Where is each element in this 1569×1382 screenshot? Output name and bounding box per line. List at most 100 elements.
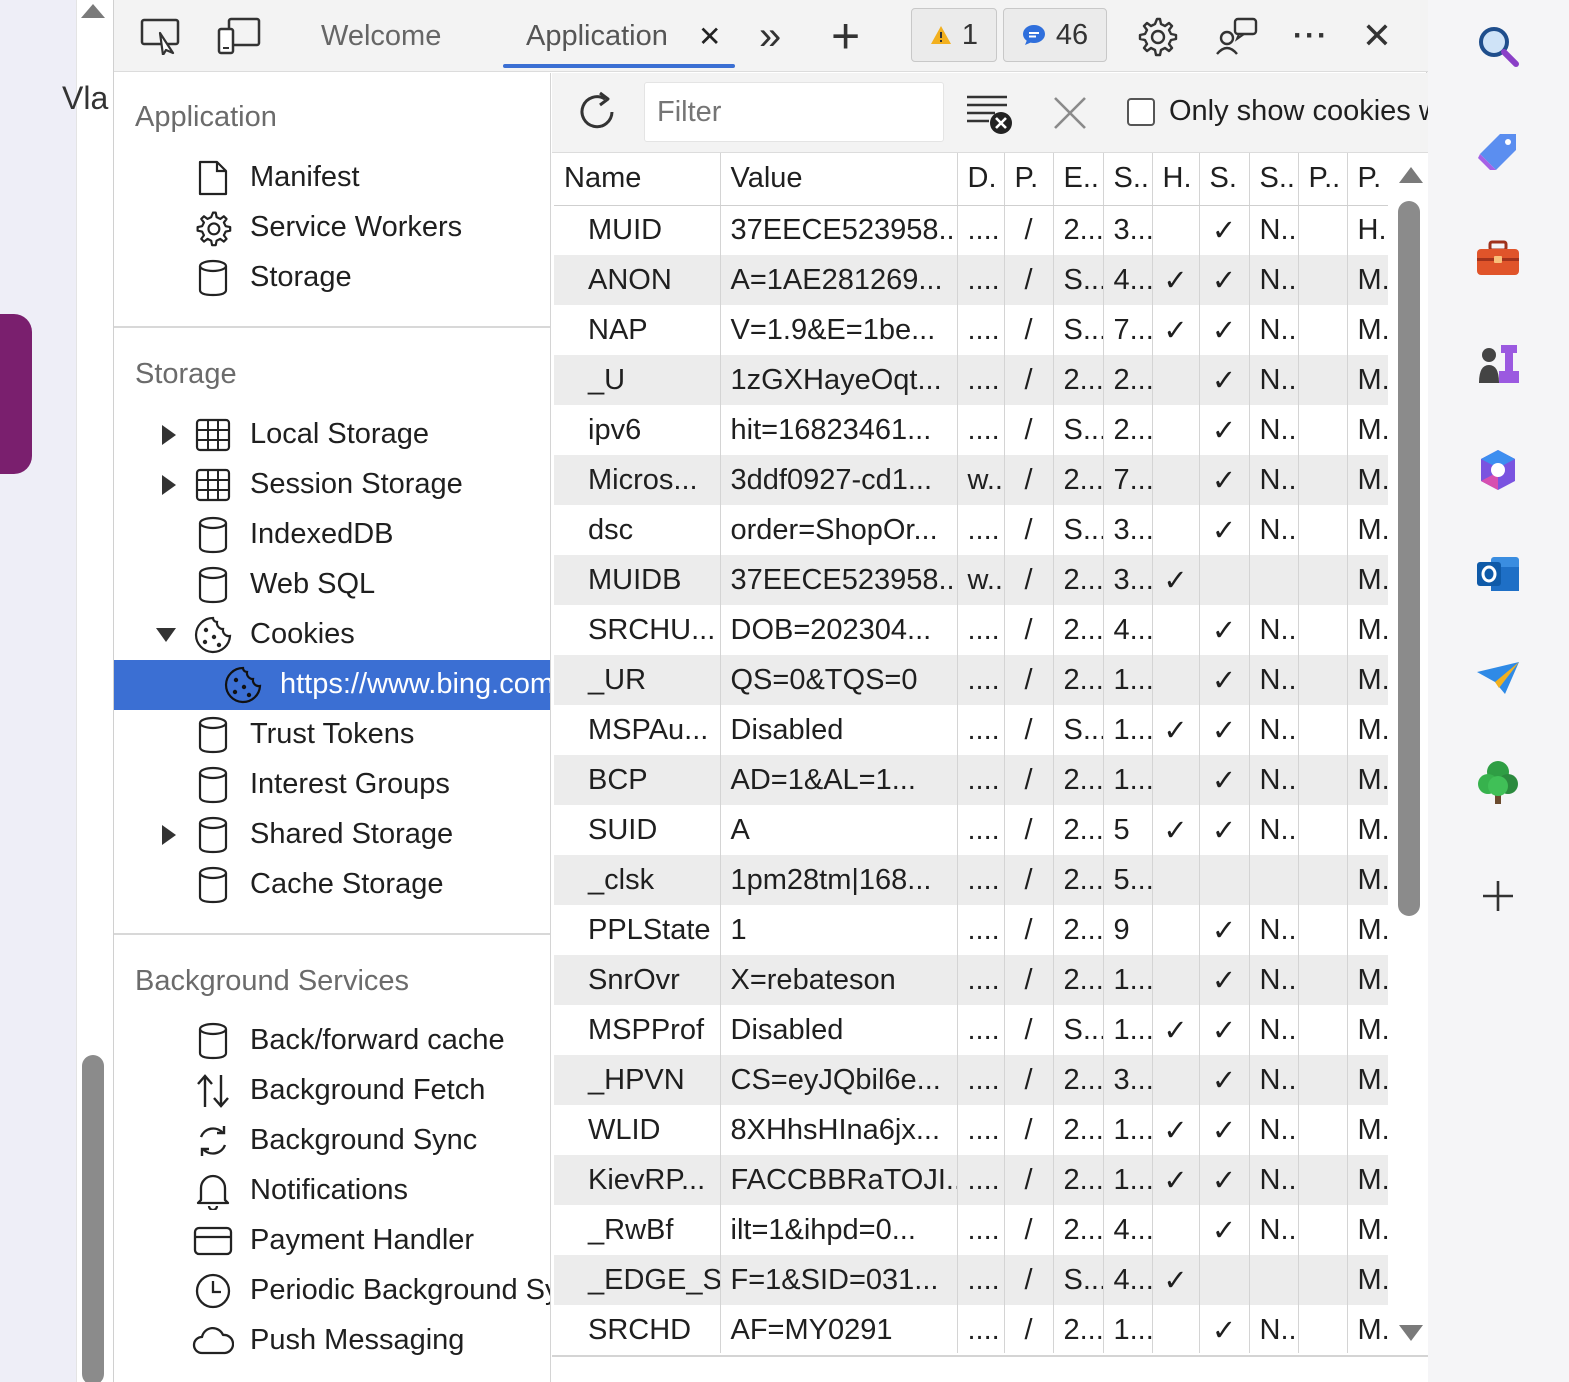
sidebar-item-manifest[interactable]: Manifest [114,153,550,203]
tab-application[interactable]: Application [526,0,668,72]
cell-httponly: ✓ [1152,805,1200,855]
scrollbar-thumb[interactable] [1398,201,1420,916]
table-row[interactable]: MSPProf Disabled.... / S... 1... ✓ ✓ N.. M. [554,1005,1388,1055]
table-row[interactable]: MUIDB37EECE523958...w.../2...3...✓ M. [554,555,1388,605]
filter-input[interactable] [644,82,944,142]
table-row[interactable]: Micros...3ddf0927-cd1...w.../2...7... ✓N.… [554,455,1388,505]
column-header-expires[interactable]: E.. [1053,153,1104,206]
sidebar-item-interest-groups[interactable]: Interest Groups [114,760,550,810]
sidebar-item-periodic-background-sync[interactable]: Periodic Background Sync [114,1266,550,1316]
table-row[interactable]: WLID 8XHhsHIna6jx......./2... 1... ✓ ✓ N.. M. [554,1105,1388,1155]
feedback-icon[interactable] [1214,14,1260,58]
page-side-tab[interactable] [0,314,32,474]
delete-selected-icon[interactable] [1052,95,1088,131]
search-icon[interactable] [1472,20,1524,72]
scroll-up-arrow[interactable] [1399,167,1423,183]
cookie-icon [192,615,234,655]
sidebar-item-service-workers[interactable]: Service Workers [114,203,550,253]
more-options-button[interactable]: ··· [1288,14,1334,58]
sidebar-item-push-messaging[interactable]: Push Messaging [114,1316,550,1366]
table-row[interactable]: SRCHU... DOB=202304......./2... 4... ✓ N.. M. [554,605,1388,655]
table-row[interactable]: dsc order=ShopOr....... / S... 3... ✓ N.. M. [554,505,1388,555]
sidebar-item-trust-tokens[interactable]: Trust Tokens [114,710,550,760]
page-scrollbar-thumb[interactable] [82,1055,104,1382]
refresh-icon[interactable] [574,89,620,135]
table-row[interactable]: BCP AD=1&AL=1......./2... 1... ✓ N.. M. [554,755,1388,805]
table-row[interactable]: KievRP... FACCBBRaTOJI......./2... 1... ✓ ✓ N… [554,1155,1388,1205]
sidebar-item-storage[interactable]: Storage [114,253,550,303]
cell-samesite: N.. [1249,905,1299,955]
collapse-arrow-icon[interactable] [154,624,178,646]
cell-expires: S... [1053,405,1104,455]
table-row[interactable]: NAP V=1.9&E=1be....... / S... 7... ✓ ✓ N.. M. [554,305,1388,355]
column-header-size[interactable]: S.. [1103,153,1153,206]
table-row[interactable]: _UR QS=0&TQS=0..../2... 1... ✓ N.. M. [554,655,1388,705]
warnings-badge[interactable]: 1 [911,8,997,62]
column-header-samesite[interactable]: S.. [1249,153,1299,206]
page-scroll-up-arrow[interactable] [81,4,105,18]
outlook-icon[interactable] [1472,548,1524,600]
table-row[interactable]: _U 1zGXHayeOqt......./2... 2... ✓ N.. M. [554,355,1388,405]
table-row[interactable]: SRCHD AF=MY0291..../2... 1... ✓ N.. M. [554,1305,1388,1353]
tree-icon[interactable] [1472,756,1524,808]
expand-arrow-icon[interactable] [158,823,180,847]
table-row[interactable]: SnrOvr X=rebateson..../2... 1... ✓ N.. M. [554,955,1388,1005]
more-tabs-button[interactable]: » [759,0,781,72]
table-row[interactable]: _EDGE_S F=1&SID=031....... / S... 4... ✓ M. [554,1255,1388,1305]
device-toolbar-icon[interactable] [216,14,262,58]
cell-name: SnrOvr [554,955,721,1005]
column-header-domain[interactable]: D. [957,153,1005,206]
column-header-value[interactable]: Value [720,153,958,206]
sidebar-item-background-sync[interactable]: Background Sync [114,1116,550,1166]
cell-partition-key [1298,755,1348,805]
new-tab-button[interactable]: + [831,0,860,72]
column-header-secure[interactable]: S. [1199,153,1250,206]
send-icon[interactable] [1472,652,1524,704]
expand-arrow-icon[interactable] [158,473,180,497]
table-row[interactable]: MUID37EECE523958......./2...3... ✓N.. H.. [554,205,1388,255]
messages-badge[interactable]: 46 [1003,8,1107,62]
table-row[interactable]: _HPVN CS=eyJQbil6e......./2... 3... ✓ N.. M. [554,1055,1388,1105]
sidebar-item-cookie-origin[interactable]: https://www.bing.com [114,660,550,710]
office-icon[interactable] [1472,444,1524,496]
sidebar-item-session-storage[interactable]: Session Storage [114,460,550,510]
cell-value: Disabled [720,705,958,755]
close-devtools-button[interactable]: ✕ [1354,14,1400,58]
sidebar-item-back-forward-cache[interactable]: Back/forward cache [114,1016,550,1066]
table-row[interactable]: _RwBf ilt=1&ihpd=0......./2... 4... ✓ N.. M. [554,1205,1388,1255]
only-show-issues-checkbox[interactable] [1127,97,1155,126]
table-scrollbar[interactable] [1390,153,1428,1353]
table-row[interactable]: _clsk 1pm28tm|168......./2... 5... M. [554,855,1388,905]
inspect-element-icon[interactable] [138,14,184,58]
toolbox-icon[interactable] [1472,232,1524,284]
column-header-priority[interactable]: P. [1347,153,1388,206]
column-header-httponly[interactable]: H. [1152,153,1200,206]
settings-gear-icon[interactable] [1134,14,1180,58]
table-row[interactable]: ipv6 hit=16823461....... / S... 2... ✓ N.. M. [554,405,1388,455]
sidebar-item-indexeddb[interactable]: IndexedDB [114,510,550,560]
scroll-down-arrow[interactable] [1399,1325,1423,1341]
table-row[interactable]: SUID A..../2... 5 ✓ ✓ N.. M. [554,805,1388,855]
column-header-path[interactable]: P. [1004,153,1054,206]
clear-filtered-cookies-icon[interactable] [965,93,1013,137]
sidebar-item-cookies[interactable]: Cookies [114,610,550,660]
games-icon[interactable] [1472,338,1524,390]
tag-icon[interactable] [1472,126,1524,178]
cell-secure: ✓ [1199,705,1250,755]
table-row[interactable]: MSPAu... Disabled.... / S... 1... ✓ ✓ N.. M. [554,705,1388,755]
tab-welcome[interactable]: Welcome [321,0,441,72]
expand-arrow-icon[interactable] [158,423,180,447]
sidebar-item-shared-storage[interactable]: Shared Storage [114,810,550,860]
table-row[interactable]: PPLState 1..../2... 9 ✓ N.. M. [554,905,1388,955]
table-row[interactable]: ANON A=1AE281269....... / S... 4... ✓ ✓ N.. M. [554,255,1388,305]
column-header-name[interactable]: Name [554,153,721,206]
tab-close-button[interactable]: ✕ [698,0,721,72]
sidebar-item-local-storage[interactable]: Local Storage [114,410,550,460]
add-icon[interactable] [1472,870,1524,922]
column-header-partition-key[interactable]: P.. [1298,153,1348,206]
sidebar-item-background-fetch[interactable]: Background Fetch [114,1066,550,1116]
sidebar-item-notifications[interactable]: Notifications [114,1166,550,1216]
sidebar-item-payment-handler[interactable]: Payment Handler [114,1216,550,1266]
sidebar-item-cache-storage[interactable]: Cache Storage [114,860,550,910]
sidebar-item-web-sql[interactable]: Web SQL [114,560,550,610]
